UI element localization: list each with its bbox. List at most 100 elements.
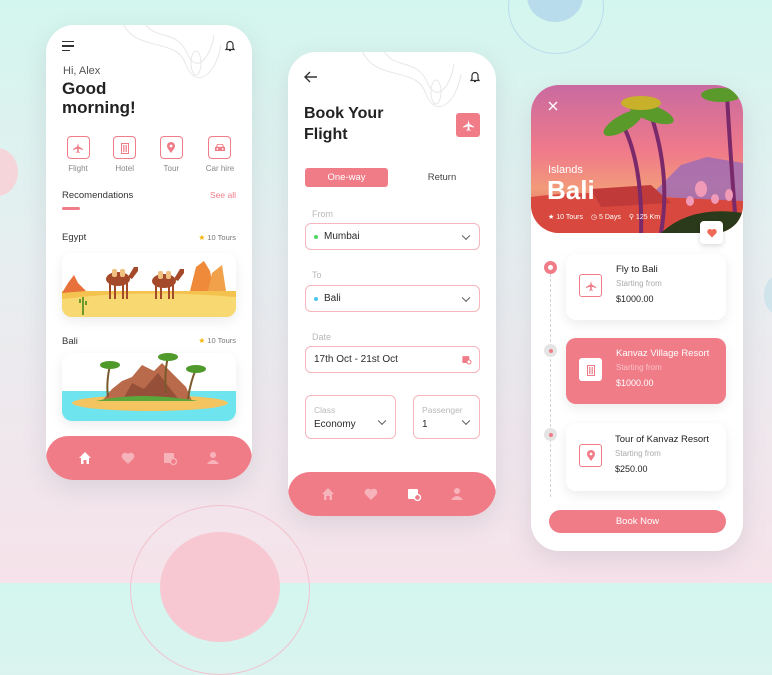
item-price: $1000.00: [616, 294, 654, 304]
class-select[interactable]: Class Economy: [305, 395, 396, 439]
favorite-button[interactable]: [700, 221, 723, 244]
star-icon: ★: [548, 214, 555, 221]
class-value: Economy: [314, 418, 356, 430]
see-all-link[interactable]: See all: [210, 190, 236, 200]
star-icon: ★: [198, 233, 206, 242]
passenger-label: Passenger: [422, 404, 463, 415]
user-icon[interactable]: [449, 486, 465, 502]
heart-icon[interactable]: [120, 450, 136, 466]
date-label: Date: [312, 332, 332, 342]
class-label: Class: [314, 404, 336, 415]
menu-icon[interactable]: [62, 40, 76, 52]
map-pin-icon: [159, 136, 183, 159]
destination-name: Egypt: [62, 232, 87, 243]
item-title: Kanvaz Village Resort: [616, 348, 710, 359]
decor-ring: [508, 0, 604, 54]
title-line-2: Flight: [304, 126, 348, 143]
destination-tours: ★ 10 Tours: [199, 233, 236, 242]
star-icon: ★: [198, 336, 206, 345]
booking-screen: Book Your Flight One-way Return From Mum…: [288, 52, 496, 516]
user-icon[interactable]: [205, 450, 221, 466]
map-pin-icon: [579, 444, 602, 467]
back-arrow-icon[interactable]: [304, 71, 318, 83]
category-hotel[interactable]: Hotel: [107, 136, 143, 173]
home-icon[interactable]: [320, 486, 336, 502]
to-select[interactable]: Bali: [305, 285, 480, 312]
hero-image: Islands Bali ★ 10 Tours ◷ 5 Days ⚲ 125 K…: [531, 85, 743, 233]
item-title: Fly to Bali: [616, 264, 658, 275]
egypt-illustration: [62, 261, 236, 317]
section-underline: [62, 207, 80, 210]
item-caption: Starting from: [616, 279, 662, 288]
section-title: Recomendations: [62, 190, 134, 201]
plane-icon: [66, 136, 90, 159]
date-value: 17th Oct - 21st Oct: [314, 354, 398, 365]
date-field[interactable]: 17th Oct - 21st Oct: [305, 346, 480, 373]
item-caption: Starting from: [615, 449, 661, 458]
category-list: Flight Hotel Tour Car hire: [60, 136, 240, 173]
heart-icon[interactable]: [363, 486, 379, 502]
bell-icon[interactable]: [224, 39, 236, 52]
home-icon[interactable]: [77, 450, 93, 466]
itinerary-item[interactable]: Tour of Kanvaz Resort Starting from $250…: [566, 423, 726, 491]
to-value: Bali: [324, 293, 341, 304]
hero-meta: ★ 10 Tours ◷ 5 Days ⚲ 125 Km: [548, 213, 660, 221]
calendar-icon[interactable]: [461, 354, 472, 365]
tab-one-way[interactable]: One-way: [305, 168, 388, 187]
chevron-down-icon: [461, 293, 471, 302]
calendar-icon[interactable]: [406, 486, 422, 502]
itinerary-item[interactable]: Fly to Bali Starting from $1000.00: [566, 254, 726, 320]
close-icon[interactable]: [548, 101, 558, 111]
hotel-icon: [113, 136, 137, 159]
category-car-hire[interactable]: Car hire: [200, 136, 240, 173]
plane-icon: [579, 274, 602, 297]
category-label: Tour: [163, 164, 180, 173]
chevron-down-icon: [461, 416, 471, 426]
category-label: Hotel: [115, 164, 134, 173]
hotel-icon: [579, 358, 602, 381]
distance-value: 125 Km: [635, 214, 661, 221]
bali-illustration: [62, 353, 236, 421]
bottom-nav: [46, 436, 252, 480]
distance-meta: ⚲ 125 Km: [629, 213, 660, 221]
clock-icon: ◷: [590, 214, 598, 221]
tab-return[interactable]: Return: [405, 168, 479, 187]
destination-name: Bali: [62, 336, 78, 347]
category-tour[interactable]: Tour: [153, 136, 189, 173]
destination-dot: [314, 296, 318, 301]
timeline-dot: [544, 344, 557, 357]
category-flight[interactable]: Flight: [60, 136, 96, 173]
calendar-icon[interactable]: [162, 450, 178, 466]
chevron-down-icon: [377, 416, 387, 426]
greeting: Hi, Alex: [63, 65, 101, 77]
tours-count: 10 Tours: [207, 233, 236, 242]
car-icon: [208, 136, 232, 159]
tours-meta: ★ 10 Tours: [548, 213, 583, 221]
plane-icon: [462, 119, 474, 131]
destination-card-egypt[interactable]: [62, 253, 236, 317]
timeline-dot-active: [544, 261, 557, 274]
book-now-button[interactable]: Book Now: [549, 510, 726, 533]
tours-count: 10 Tours: [207, 336, 236, 345]
destination-card-bali[interactable]: [62, 353, 236, 421]
bottom-nav: [288, 472, 496, 516]
timeline-line: [550, 269, 551, 497]
passenger-value: 1: [422, 418, 428, 430]
item-caption: Starting from: [616, 363, 662, 372]
detail-screen: Islands Bali ★ 10 Tours ◷ 5 Days ⚲ 125 K…: [531, 85, 743, 551]
page-title: Good morning!: [62, 79, 136, 117]
bell-icon[interactable]: [469, 70, 481, 83]
passenger-select[interactable]: Passenger 1: [413, 395, 480, 439]
decor-circle: [0, 148, 18, 196]
origin-dot: [314, 234, 318, 239]
decor-circle: [764, 275, 772, 315]
item-price: $250.00: [615, 464, 648, 474]
tours-count: 10 Tours: [556, 214, 583, 221]
title-line-1: Good: [62, 79, 107, 98]
itinerary-item-highlighted[interactable]: Kanvaz Village Resort Starting from $100…: [566, 338, 726, 404]
title-line-1: Book Your: [304, 105, 384, 122]
decor-ring: [130, 505, 310, 675]
item-price: $1000.00: [616, 378, 654, 388]
from-select[interactable]: Mumbai: [305, 223, 480, 250]
item-title: Tour of Kanvaz Resort: [615, 434, 709, 445]
